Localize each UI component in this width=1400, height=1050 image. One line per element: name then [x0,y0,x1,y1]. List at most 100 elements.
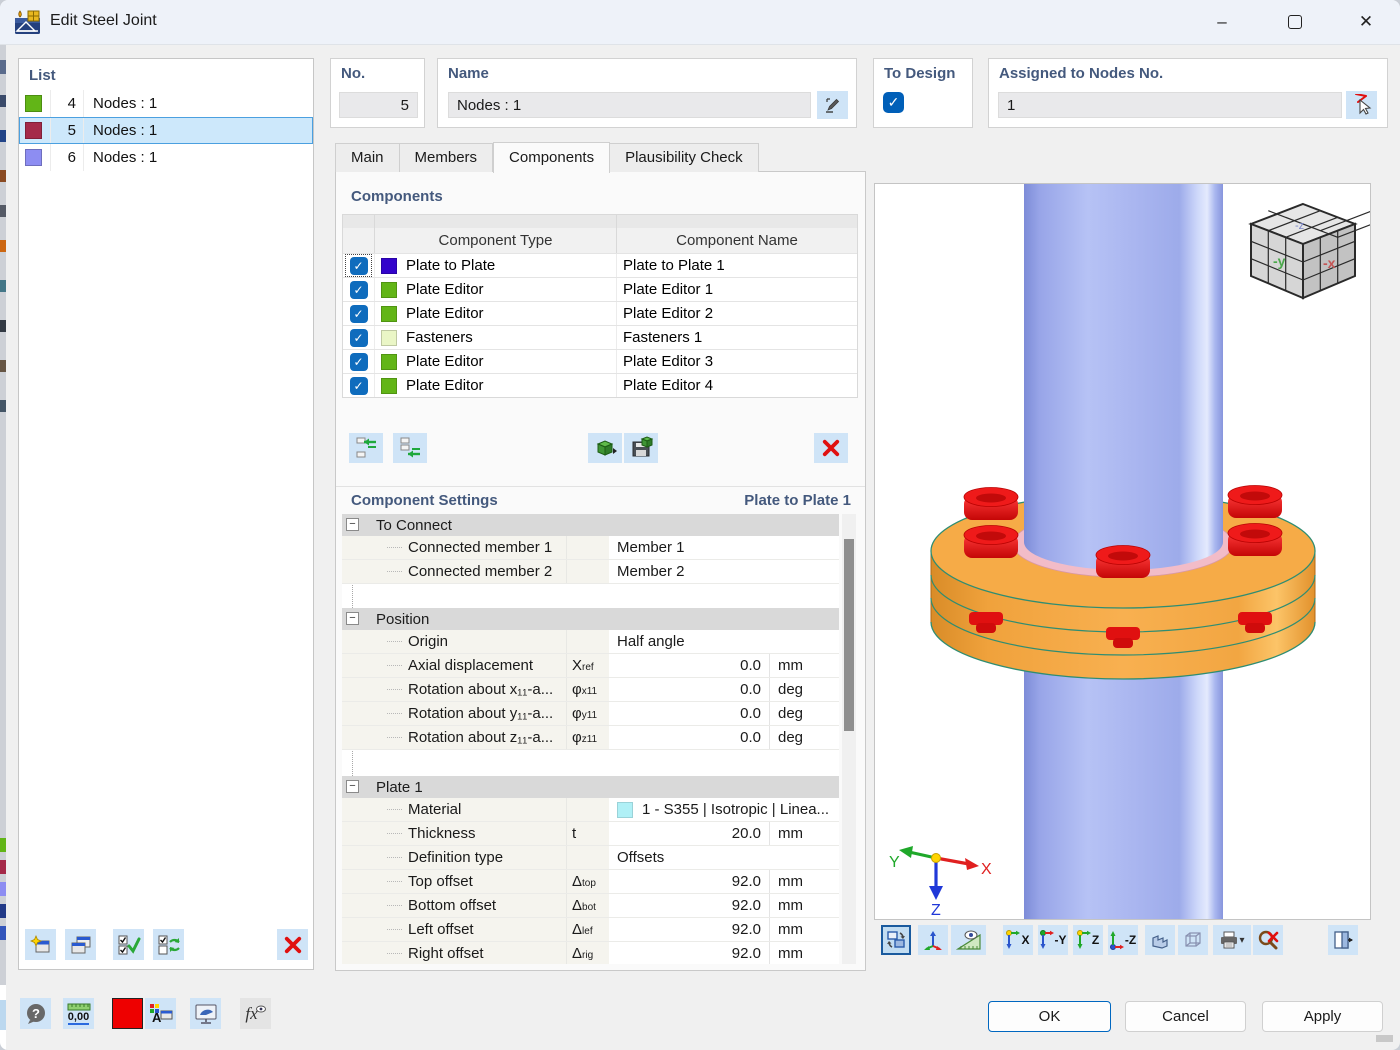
name-field[interactable]: Nodes : 1 [448,92,811,118]
coordinate-system-button[interactable] [918,925,948,955]
table-row[interactable]: ✓ Fasteners Fasteners 1 [343,325,857,349]
print-dropdown-caret: ▾ [1239,935,1244,946]
view-minus-z-button[interactable]: -Z [1108,925,1138,955]
help-button[interactable]: ? [20,998,51,1029]
units-settings-button[interactable]: 0,00 [63,998,94,1029]
setting-value[interactable]: 20.0 [609,822,769,845]
setting-value[interactable]: 92.0 [609,894,769,917]
tab-components[interactable]: Components [493,142,610,173]
delete-component-button[interactable] [814,433,848,463]
setting-unit: deg [769,726,839,749]
settings-tree: − To Connect Connected member 1 Member 1… [342,514,839,964]
group-plate-1: − Plate 1 Material 1 - S355 | Isotropic … [342,776,839,964]
pick-cursor-icon [1352,94,1372,116]
eye-icon [256,1005,266,1013]
setting-value[interactable]: 1 - S355 | Isotropic | Linea... [609,798,839,821]
setting-value[interactable]: 92.0 [609,942,769,964]
collapse-icon[interactable]: − [346,612,359,625]
display-settings-button[interactable] [190,998,221,1029]
check-icon: ✓ [353,355,363,369]
scrollbar-thumb[interactable] [844,539,854,731]
rename-button[interactable] [817,91,848,119]
delete-icon [821,438,841,458]
setting-row: Top offset Δtop 92.0 mm [342,870,839,894]
delete-joint-button[interactable] [277,929,308,960]
view-x-button[interactable]: X [1003,925,1033,955]
select-all-button[interactable] [113,929,144,960]
view-minus-y-button[interactable]: -Y [1038,925,1068,955]
navigation-cube[interactable]: -y -x -z [1251,204,1370,298]
copy-joint-button[interactable] [65,929,96,960]
table-column-headers: Component Type Component Name [343,228,857,253]
setting-value[interactable]: Offsets [609,846,839,869]
view-x-label: X [1021,933,1029,947]
table-header-strip [343,215,857,228]
tab-main[interactable]: Main [335,143,400,172]
collapse-icon[interactable]: − [346,780,359,793]
list-item-5-selected[interactable]: 5 Nodes : 1 [19,117,313,144]
delete-icon [283,935,303,955]
tab-plausibility-check[interactable]: Plausibility Check [610,143,759,172]
setting-value[interactable]: 0.0 [609,678,769,701]
row-checkbox[interactable]: ✓ [350,353,368,371]
tab-members[interactable]: Members [400,143,494,172]
insert-component-below-button[interactable] [393,433,427,463]
table-row[interactable]: ✓ Plate Editor Plate Editor 2 [343,301,857,325]
resize-grip[interactable] [1376,1035,1393,1042]
save-component-button[interactable] [624,433,658,463]
settings-scrollbar[interactable] [842,514,856,964]
collapse-icon[interactable]: − [346,518,359,531]
maximize-button[interactable] [1272,0,1318,44]
select-nodes-button[interactable] [1346,91,1377,119]
group-header[interactable]: − Plate 1 [342,776,839,798]
fit-view-button[interactable] [881,925,911,955]
3d-viewport[interactable]: -y -x -z X Y Z [874,183,1371,920]
formula-button[interactable]: fx [240,998,271,1029]
view-z-button[interactable]: Z [1073,925,1103,955]
side-panel-button[interactable] [1328,925,1358,955]
wireframe-display-button[interactable] [1178,925,1208,955]
ok-button[interactable]: OK [988,1001,1111,1032]
table-row[interactable]: ✓ Plate Editor Plate Editor 1 [343,277,857,301]
list-item-4[interactable]: 4 Nodes : 1 [19,90,313,117]
minimize-button[interactable]: – [1199,0,1245,44]
axis-z-label: Z [931,902,941,919]
group-header[interactable]: − Position [342,608,839,630]
table-row[interactable]: ✓ Plate Editor Plate Editor 4 [343,373,857,397]
view-settings-button[interactable] [951,925,986,955]
setting-value[interactable]: 92.0 [609,918,769,941]
setting-value[interactable]: 0.0 [609,654,769,677]
row-checkbox[interactable]: ✓ [350,281,368,299]
color-swatch-button[interactable] [112,998,143,1029]
table-row[interactable]: ✓ Plate Editor Plate Editor 3 [343,349,857,373]
row-checkbox[interactable]: ✓ [350,377,368,395]
import-component-button[interactable] [588,433,622,463]
setting-value[interactable]: Member 2 [609,560,839,583]
row-checkbox[interactable]: ✓ [350,257,368,275]
cancel-zoom-button[interactable] [1253,925,1283,955]
row-checkbox[interactable]: ✓ [350,329,368,347]
group-header[interactable]: − To Connect [342,514,839,536]
solid-display-button[interactable] [1145,925,1175,955]
close-button[interactable]: ✕ [1343,0,1389,44]
setting-value[interactable]: 0.0 [609,702,769,725]
list-item-6[interactable]: 6 Nodes : 1 [19,144,313,171]
setting-value[interactable]: Member 1 [609,536,839,559]
assigned-nodes-field[interactable]: 1 [998,92,1342,118]
setting-value[interactable]: Half angle [609,630,839,653]
invert-selection-button[interactable] [153,929,184,960]
setting-value[interactable]: 0.0 [609,726,769,749]
to-design-checkbox[interactable]: ✓ [883,92,904,113]
insert-component-above-button[interactable] [349,433,383,463]
print-button[interactable]: ▾ [1213,925,1251,955]
new-joint-button[interactable] [25,929,56,960]
magnifier-cancel-icon [1257,929,1279,951]
setting-row: Definition type Offsets [342,846,839,870]
no-field[interactable]: 5 [339,92,418,118]
table-row[interactable]: ✓ Plate to Plate Plate to Plate 1 [343,253,857,277]
apply-button[interactable]: Apply [1262,1001,1383,1032]
row-checkbox[interactable]: ✓ [350,305,368,323]
setting-value[interactable]: 92.0 [609,870,769,893]
cancel-button[interactable]: Cancel [1125,1001,1246,1032]
display-properties-button[interactable]: A [145,998,176,1029]
